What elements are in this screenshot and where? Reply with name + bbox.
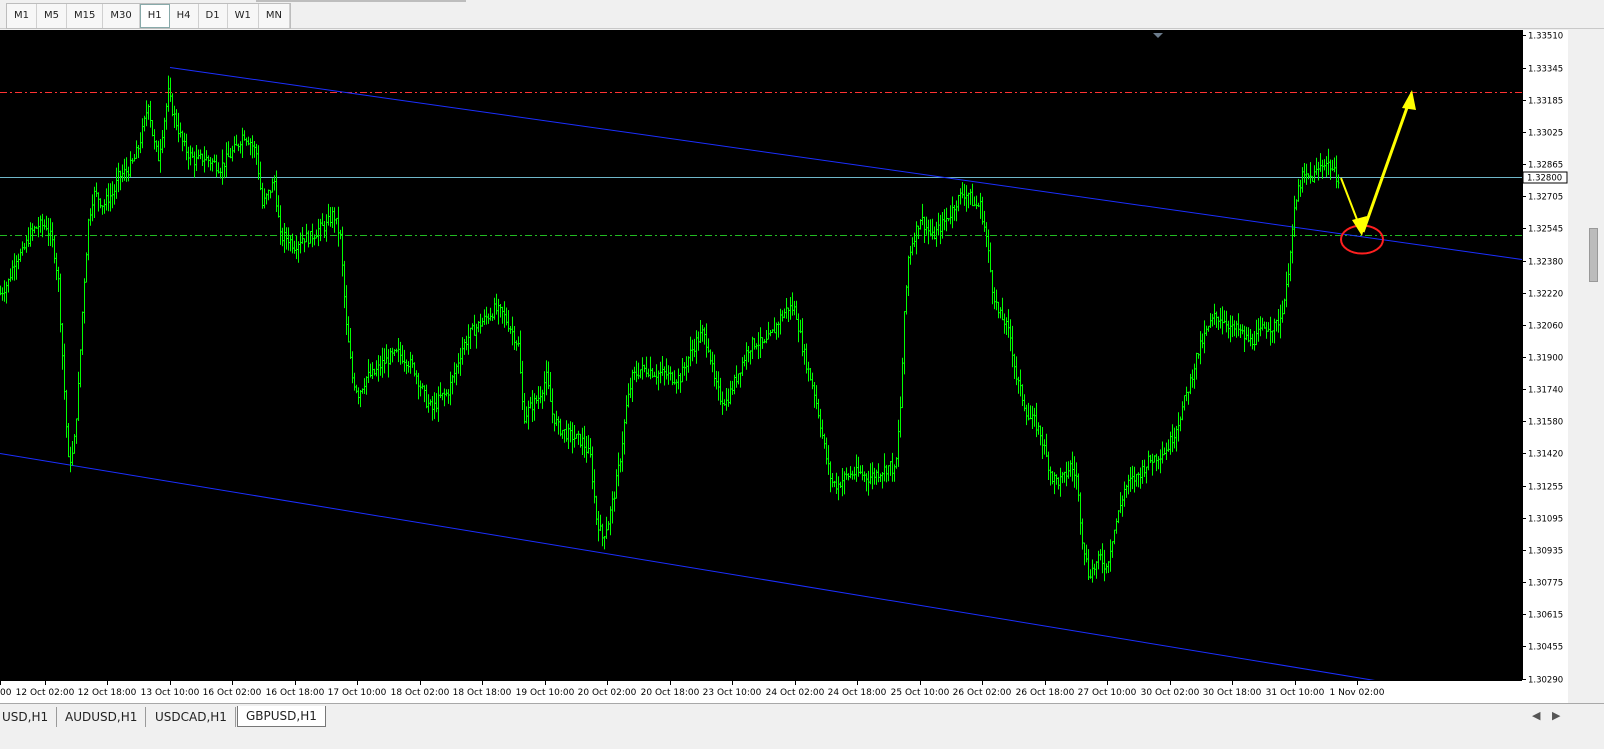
y-tick-label: 1.31580 xyxy=(1528,418,1563,428)
y-tick-label: 1.32220 xyxy=(1528,290,1563,300)
current-price-label: 1.32800 xyxy=(1527,174,1562,184)
x-tick-label: 18 Oct 02:00 xyxy=(391,688,450,698)
x-tick-label: 19 Oct 10:00 xyxy=(516,688,575,698)
chart-tab-1[interactable]: AUDUSD,H1 xyxy=(57,707,147,727)
timeframe-button-m30[interactable]: M30 xyxy=(103,4,140,28)
chart-tab-3[interactable]: GBPUSD,H1 xyxy=(237,706,326,727)
y-tick-label: 1.31420 xyxy=(1528,450,1563,460)
timeframe-button-w1[interactable]: W1 xyxy=(228,4,259,28)
y-tick-label: 1.32545 xyxy=(1528,225,1563,235)
y-tick-label: 1.30775 xyxy=(1528,579,1563,589)
x-tick-label: 27 Oct 10:00 xyxy=(1078,688,1137,698)
toolbar-divider xyxy=(256,0,466,2)
chart-tab-0[interactable]: USD,H1 xyxy=(0,707,58,727)
x-tick-label: 26 Oct 02:00 xyxy=(953,688,1012,698)
x-tick-label: 23 Oct 10:00 xyxy=(703,688,762,698)
y-tick-label: 1.32060 xyxy=(1528,322,1563,332)
x-tick-label: 12 Oct 18:00 xyxy=(78,688,137,698)
x-tick-label: 26 Oct 18:00 xyxy=(1016,688,1075,698)
price-chart[interactable]: 1.33510 1.33345 1.33185 1.33025 1.32865 1.327… xyxy=(0,30,1568,703)
y-tick-label: 1.32705 xyxy=(1528,193,1563,203)
chart-background xyxy=(0,30,1568,703)
x-tick-label: 24 Oct 02:00 xyxy=(766,688,825,698)
y-tick-label: 1.33025 xyxy=(1528,129,1563,139)
chart-right-strip xyxy=(1568,30,1604,703)
price-chart-svg[interactable]: 1.33510 1.33345 1.33185 1.33025 1.32865 1.327… xyxy=(0,30,1568,703)
x-tick-label: 24 Oct 18:00 xyxy=(828,688,887,698)
timeframe-button-h1[interactable]: H1 xyxy=(139,4,170,28)
y-tick-label: 1.31255 xyxy=(1528,483,1563,493)
x-tick-label: 30 Oct 18:00 xyxy=(1203,688,1262,698)
tab-scroll-right-icon[interactable]: ▶ xyxy=(1552,709,1560,722)
timeframe-button-m15[interactable]: M15 xyxy=(67,4,104,28)
x-tick-label: 1 Nov 02:00 xyxy=(1330,688,1385,698)
x-tick-label: 16 Oct 02:00 xyxy=(203,688,262,698)
x-tick-label: 12 Oct 02:00 xyxy=(16,688,75,698)
x-tick-label: 20 Oct 02:00 xyxy=(578,688,637,698)
y-tick-label: 1.32380 xyxy=(1528,258,1563,268)
y-tick-label: 1.32865 xyxy=(1528,161,1563,171)
chart-tab-2[interactable]: USDCAD,H1 xyxy=(147,707,236,727)
chart-tabs-bar: USD,H1 AUDUSD,H1 USDCAD,H1 GBPUSD,H1 ◀ ▶ xyxy=(0,703,1604,749)
x-tick-label: 30 Oct 02:00 xyxy=(1141,688,1200,698)
x-tick-label: 00 xyxy=(0,688,12,698)
x-tick-label: 17 Oct 10:00 xyxy=(328,688,387,698)
timeframe-button-m5[interactable]: M5 xyxy=(37,4,67,28)
x-tick-label: 18 Oct 18:00 xyxy=(453,688,512,698)
x-tick-label: 13 Oct 10:00 xyxy=(141,688,200,698)
x-tick-label: 16 Oct 18:00 xyxy=(266,688,325,698)
x-tick-label: 25 Oct 10:00 xyxy=(891,688,950,698)
x-tick-label: 31 Oct 10:00 xyxy=(1266,688,1325,698)
vertical-scroll-handle[interactable] xyxy=(1589,228,1598,282)
y-tick-label: 1.33185 xyxy=(1528,97,1563,107)
timeframe-toolbar: M1 M5 M15 M30 H1 H4 D1 W1 MN xyxy=(0,0,1604,29)
y-tick-label: 1.31095 xyxy=(1528,515,1563,525)
timeframe-button-mn[interactable]: MN xyxy=(259,4,290,28)
timeframe-button-h4[interactable]: H4 xyxy=(170,4,199,28)
x-tick-label: 20 Oct 18:00 xyxy=(641,688,700,698)
timeframe-button-group: M1 M5 M15 M30 H1 H4 D1 W1 MN xyxy=(6,3,291,29)
y-tick-label: 1.30290 xyxy=(1528,676,1563,686)
y-tick-label: 1.33510 xyxy=(1528,32,1563,42)
y-tick-label: 1.30455 xyxy=(1528,643,1563,653)
y-tick-label: 1.33345 xyxy=(1528,65,1563,75)
y-tick-label: 1.31900 xyxy=(1528,354,1563,364)
y-tick-label: 1.31740 xyxy=(1528,386,1563,396)
y-tick-label: 1.30615 xyxy=(1528,611,1563,621)
y-tick-label: 1.30935 xyxy=(1528,547,1563,557)
timeframe-button-d1[interactable]: D1 xyxy=(199,4,228,28)
timeframe-button-m1[interactable]: M1 xyxy=(7,4,37,28)
tab-scroll-left-icon[interactable]: ◀ xyxy=(1532,709,1540,722)
